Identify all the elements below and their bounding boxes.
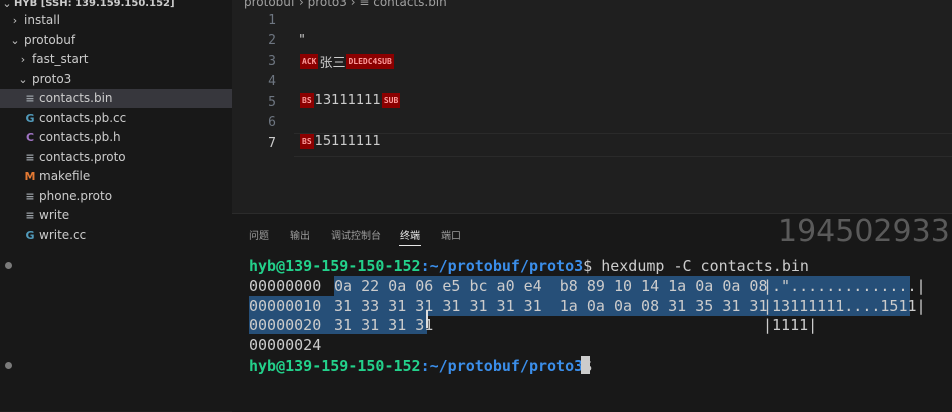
tree-item-label: contacts.pb.h: [39, 130, 121, 144]
tree-item-contacts-bin[interactable]: ≡ contacts.bin: [0, 89, 232, 108]
hexdump-bytes: 31 31 31 31: [334, 316, 434, 334]
line-number: 3: [268, 54, 276, 69]
line-number: 5: [268, 95, 276, 110]
code-line-7[interactable]: BS 15111111: [299, 134, 381, 149]
chevron-right-icon: ›: [298, 0, 308, 9]
mouse-ibeam-cursor-icon: [426, 310, 428, 328]
hexdump-offset: 00000000: [249, 277, 322, 295]
hexdump-ascii: |1111|: [763, 316, 818, 334]
breadcrumb-item[interactable]: protobuf: [244, 0, 295, 9]
text-file-icon: ≡: [359, 0, 374, 9]
code-text: 13111111: [314, 93, 381, 108]
tree-item-makefile[interactable]: M makefile: [0, 167, 232, 186]
line-number: 4: [268, 74, 276, 89]
tree-item-label: install: [24, 13, 60, 27]
tree-item-label: write: [39, 208, 70, 222]
watermark: 1945029335: [778, 214, 952, 249]
tree-item-contacts-pb-h[interactable]: C contacts.pb.h: [0, 128, 232, 147]
tree-item-label: contacts.proto: [39, 150, 126, 164]
terminal-prompt-line[interactable]: hyb@139-159-150-152:~/protobuf/proto3$: [249, 356, 601, 376]
breadcrumb: protobuf › proto3 › ≡ contacts.bin: [244, 0, 447, 9]
code-line-3[interactable]: ACK 张三 DLEDC4SUB: [299, 52, 395, 71]
hexdump-bytes: 31 33 31 31 31 31 31 31 1a 0a 0a 08 31 3…: [334, 297, 768, 315]
control-char: BS: [300, 134, 314, 149]
editor-area: protobuf › proto3 › ≡ contacts.bin 1 2 3…: [232, 0, 952, 213]
chevron-right-icon: ›: [12, 14, 18, 27]
command-decoration-icon: [5, 262, 12, 269]
tab-terminal[interactable]: 终端: [400, 227, 420, 242]
tree-item-label: contacts.bin: [39, 91, 113, 105]
cpp-file-icon: G: [25, 112, 35, 125]
breadcrumb-item[interactable]: proto3: [308, 0, 347, 9]
line-number: 1: [268, 13, 276, 28]
terminal-command-line[interactable]: hyb@139-159-150-152:~/protobuf/proto3$ h…: [249, 256, 809, 276]
text-file-icon: ≡: [25, 92, 35, 105]
code-text: 张三: [319, 56, 346, 71]
hexdump-bytes: 0a 22 0a 06 e5 bc a0 e4 b8 89 10 14 1a 0…: [334, 277, 768, 295]
code-text: 15111111: [314, 134, 381, 149]
current-line-highlight: [294, 133, 952, 157]
tab-debug-console[interactable]: 调试控制台: [331, 227, 381, 242]
line-number: 7: [268, 136, 276, 151]
tree-item-contacts-proto[interactable]: ≡ contacts.proto: [0, 148, 232, 167]
tree-item-install[interactable]: › install: [0, 11, 232, 30]
prompt-user: hyb@139-159-150-152: [249, 357, 421, 375]
tab-problems[interactable]: 问题: [249, 227, 269, 242]
tab-ports[interactable]: 端口: [441, 227, 461, 242]
tree-item-label: makefile: [39, 169, 91, 183]
cpp-file-icon: G: [25, 229, 35, 242]
tree-item-label: proto3: [32, 72, 72, 86]
terminal-cursor: [581, 356, 590, 374]
hexdump-offset: 00000020: [249, 316, 322, 334]
active-tab-indicator: [399, 245, 421, 246]
line-number: 2: [268, 33, 276, 48]
code-line-2[interactable]: ": [299, 33, 305, 48]
hexdump-end-offset: 00000024: [249, 336, 322, 354]
tree-item-label: protobuf: [24, 33, 76, 47]
tree-item-contacts-pb-cc[interactable]: G contacts.pb.cc: [0, 109, 232, 128]
chevron-down-icon: ⌄: [10, 34, 20, 47]
tree-item-fast-start[interactable]: › fast_start: [0, 50, 232, 69]
prompt-user: hyb@139-159-150-152: [249, 257, 421, 275]
code-line-5[interactable]: BS 13111111 SUB: [299, 93, 401, 108]
tree-item-write-cc[interactable]: G write.cc: [0, 226, 232, 245]
c-header-file-icon: C: [25, 131, 35, 144]
terminal-command: hexdump -C contacts.bin: [601, 257, 809, 275]
hexdump-offset: 00000010: [249, 297, 322, 315]
text-file-icon: ≡: [25, 151, 35, 164]
control-char: SUB: [381, 93, 401, 108]
line-number: 6: [268, 115, 276, 130]
prompt-path: :~/protobuf/proto3: [420, 357, 584, 375]
text-file-icon: ≡: [25, 190, 35, 203]
tree-item-label: fast_start: [32, 52, 89, 66]
prompt-symbol: $: [583, 257, 602, 275]
explorer-sidebar: ⌄ HYB [SSH: 139.159.150.152] › install ⌄…: [0, 0, 232, 411]
hexdump-ascii: |13111111....1511|: [763, 297, 926, 315]
tree-item-label: contacts.pb.cc: [39, 111, 127, 125]
hexdump-ascii: |."..............|: [763, 277, 926, 295]
tree-item-phone-proto[interactable]: ≡ phone.proto: [0, 187, 232, 206]
breadcrumb-item[interactable]: contacts.bin: [373, 0, 447, 9]
text-file-icon: ≡: [25, 209, 35, 222]
control-char: BS: [300, 93, 314, 108]
chevron-down-icon: ⌄: [18, 73, 28, 86]
tree-item-label: phone.proto: [39, 189, 113, 203]
prompt-path: :~/protobuf/proto3: [420, 257, 584, 275]
command-decoration-icon: [5, 362, 12, 369]
control-char: ACK: [300, 54, 319, 69]
chevron-right-icon: ›: [20, 53, 26, 66]
tree-item-label: write.cc: [39, 228, 87, 242]
makefile-icon: M: [24, 170, 36, 183]
tree-item-proto3[interactable]: ⌄ proto3: [0, 70, 232, 89]
tree-item-write[interactable]: ≡ write: [0, 206, 232, 225]
tab-output[interactable]: 输出: [290, 227, 310, 242]
tree-item-protobuf[interactable]: ⌄ protobuf: [0, 31, 232, 50]
control-char: DLEDC4SUB: [346, 54, 394, 69]
